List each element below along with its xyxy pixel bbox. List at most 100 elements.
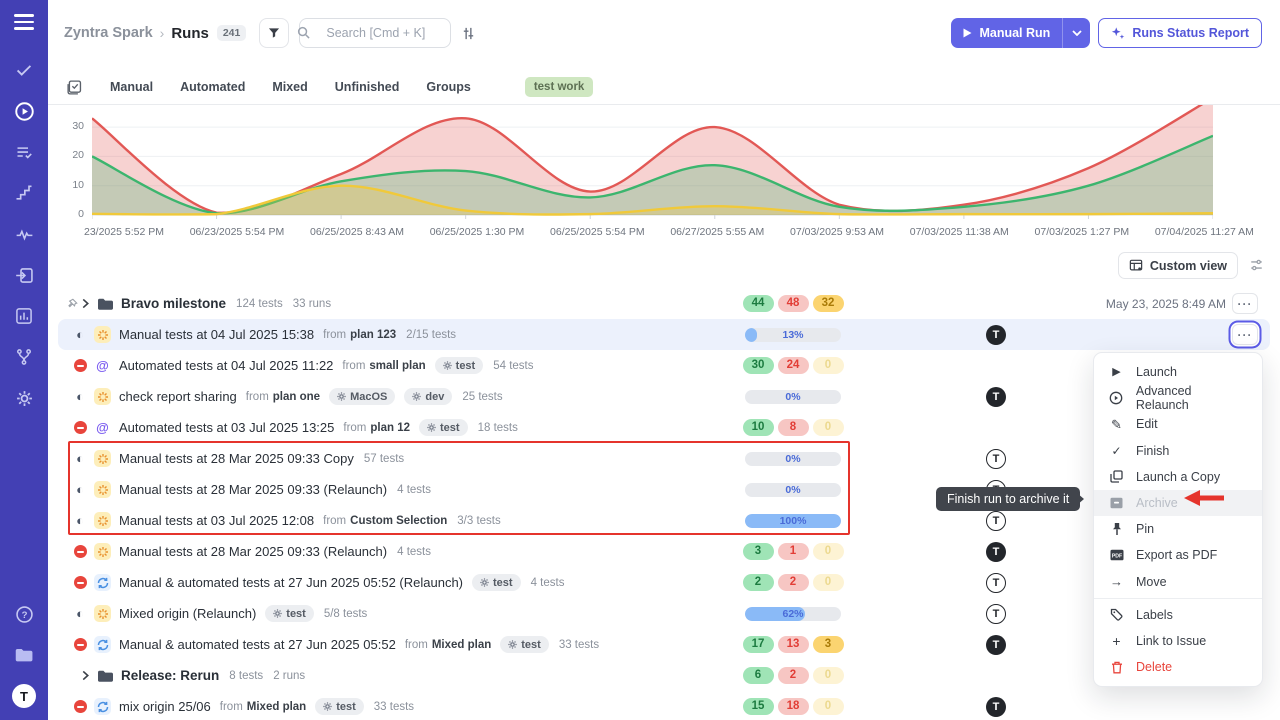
x-axis-tick: 23/2025 5:52 PM <box>84 226 164 238</box>
menu-item-edit[interactable]: ✎Edit <box>1094 411 1262 437</box>
breadcrumb-project[interactable]: Zyntra Spark <box>64 25 153 41</box>
edit-icon: ✎ <box>1109 418 1124 431</box>
search-input[interactable] <box>299 18 451 48</box>
runs-status-report-button[interactable]: Runs Status Report <box>1098 18 1262 48</box>
assignee-avatar[interactable]: T <box>986 449 1006 469</box>
environment-badge: test <box>435 357 484 374</box>
sidebar-item-reports[interactable] <box>12 304 36 328</box>
tests-count: 54 tests <box>493 360 533 372</box>
run-row[interactable]: ◐Manual tests at 28 Mar 2025 09:33 Copy5… <box>58 443 1270 474</box>
sidebar-item-branching[interactable] <box>12 345 36 369</box>
run-row[interactable]: @Automated tests at 04 Jul 2025 11:22fro… <box>58 350 1270 381</box>
row-more-button[interactable]: ··· <box>1232 324 1258 345</box>
chevron-right-icon <box>81 298 90 309</box>
run-row[interactable]: ◐check report sharingfromplan oneMacOSde… <box>58 381 1270 412</box>
status-in-progress-icon: ◐ <box>76 607 84 620</box>
menu-item-archive[interactable]: Archive <box>1094 490 1262 516</box>
view-settings-icon[interactable] <box>1249 258 1264 277</box>
sidebar-item-runs[interactable] <box>12 99 36 123</box>
sidebar-item-settings[interactable] <box>12 386 36 410</box>
stairs-icon <box>14 183 34 203</box>
runs-status-report-label: Runs Status Report <box>1132 26 1249 40</box>
expand-chevron[interactable] <box>81 670 97 681</box>
tab-groups[interactable]: Groups <box>426 80 470 94</box>
tab-manual[interactable]: Manual <box>110 80 153 94</box>
menu-item-pin[interactable]: Pin <box>1094 516 1262 542</box>
environment-badge: test <box>419 419 468 436</box>
run-row[interactable]: ◐Manual tests at 04 Jul 2025 15:38frompl… <box>58 319 1270 350</box>
result-pills: 220 <box>737 574 849 591</box>
active-filter-badge[interactable]: test work <box>525 77 594 97</box>
group-row[interactable]: Release: Rerun8 tests2 runs620Jul 5, 202… <box>58 660 1270 691</box>
run-date: May 23, 2025 8:49 AM <box>1106 297 1226 311</box>
from-label: from <box>323 515 346 527</box>
from-label: from <box>342 360 365 372</box>
tab-unfinished[interactable]: Unfinished <box>335 80 400 94</box>
menu-item-link-to-issue[interactable]: +Link to Issue <box>1094 628 1262 654</box>
assignee-avatar[interactable]: T <box>986 697 1006 717</box>
group-row[interactable]: Bravo milestone124 tests33 runs444832May… <box>58 288 1270 319</box>
row-more-button[interactable]: ··· <box>1232 293 1258 314</box>
manual-run-button[interactable]: Manual Run <box>951 18 1090 48</box>
tab-automated[interactable]: Automated <box>180 80 245 94</box>
progress-bar: 0% <box>745 452 841 466</box>
run-row[interactable]: Manual tests at 28 Mar 2025 09:33 (Relau… <box>58 536 1270 567</box>
launch-copy-icon <box>1109 470 1124 483</box>
tab-mixed[interactable]: Mixed <box>272 80 307 94</box>
manual-run-dropdown[interactable] <box>1062 18 1090 48</box>
status-in-progress-icon: ◐ <box>76 452 84 465</box>
from-label: from <box>246 391 269 403</box>
plan-name: plan 123 <box>350 329 396 341</box>
manual-run-label: Manual Run <box>979 26 1050 40</box>
assignee-avatar[interactable]: T <box>986 325 1006 345</box>
run-name: Bravo milestone <box>121 296 226 311</box>
menu-item-launch-a-copy[interactable]: Launch a Copy <box>1094 464 1262 490</box>
projects-button[interactable] <box>12 643 36 667</box>
gear-icon <box>412 392 421 401</box>
custom-view-button[interactable]: Custom view <box>1118 252 1238 279</box>
filter-button[interactable] <box>259 18 289 48</box>
menu-hamburger-icon[interactable] <box>14 14 34 30</box>
menu-item-finish[interactable]: ✓Finish <box>1094 438 1262 464</box>
menu-item-launch[interactable]: ▶Launch <box>1094 359 1262 385</box>
automated-run-icon: @ <box>94 419 111 436</box>
run-name: Release: Rerun <box>121 668 219 683</box>
menu-item-delete[interactable]: Delete <box>1094 654 1262 680</box>
sidebar-item-milestones[interactable] <box>12 181 36 205</box>
sidebar-item-test-cases[interactable] <box>12 58 36 82</box>
expand-chevron[interactable] <box>81 298 97 309</box>
menu-item-move[interactable]: →Move <box>1094 569 1262 595</box>
assignee-avatar[interactable]: T <box>986 511 1006 531</box>
tests-count: 8 tests <box>229 670 263 682</box>
run-row[interactable]: Manual & automated tests at 27 Jun 2025 … <box>58 567 1270 598</box>
run-row[interactable]: mix origin 25/06fromMixed plantest33 tes… <box>58 691 1270 720</box>
advanced-relaunch-icon <box>1109 391 1124 405</box>
menu-item-advanced-relaunch[interactable]: Advanced Relaunch <box>1094 385 1262 411</box>
sidebar-item-import[interactable] <box>12 263 36 287</box>
menu-item-export-as-pdf[interactable]: PDFExport as PDF <box>1094 542 1262 568</box>
sidebar-item-checklist[interactable] <box>12 140 36 164</box>
run-name: check report sharing <box>119 389 237 404</box>
result-pills: 30240 <box>737 357 849 374</box>
help-button[interactable]: ? <box>12 602 36 626</box>
run-row[interactable]: ◐Manual tests at 03 Jul 2025 12:08fromCu… <box>58 505 1270 536</box>
assignee-avatar[interactable]: T <box>986 635 1006 655</box>
sidebar-item-activity[interactable] <box>12 222 36 246</box>
other-count-pill: 3 <box>813 636 844 653</box>
assignee-avatar[interactable]: T <box>986 542 1006 562</box>
run-row[interactable]: ◐Mixed origin (Relaunch)test5/8 tests62%… <box>58 598 1270 629</box>
runs-chart: 0102030 23/2025 5:52 PM06/23/2025 5:54 P… <box>48 105 1280 245</box>
assignee-avatar[interactable]: T <box>986 604 1006 624</box>
user-avatar[interactable]: T <box>12 684 36 708</box>
environment-badge: test <box>265 605 314 622</box>
from-label: from <box>220 701 243 713</box>
assignee-avatar[interactable]: T <box>986 573 1006 593</box>
assignee-avatar[interactable]: T <box>986 387 1006 407</box>
menu-item-labels[interactable]: Labels <box>1094 602 1262 628</box>
run-row[interactable]: @Automated tests at 03 Jul 2025 13:25fro… <box>58 412 1270 443</box>
search-settings-icon[interactable] <box>461 26 476 41</box>
failed-count-pill: 13 <box>778 636 809 653</box>
run-row[interactable]: Manual & automated tests at 27 Jun 2025 … <box>58 629 1270 660</box>
run-name: Manual tests at 28 Mar 2025 09:33 (Relau… <box>119 544 387 559</box>
run-name: Manual & automated tests at 27 Jun 2025 … <box>119 637 396 652</box>
